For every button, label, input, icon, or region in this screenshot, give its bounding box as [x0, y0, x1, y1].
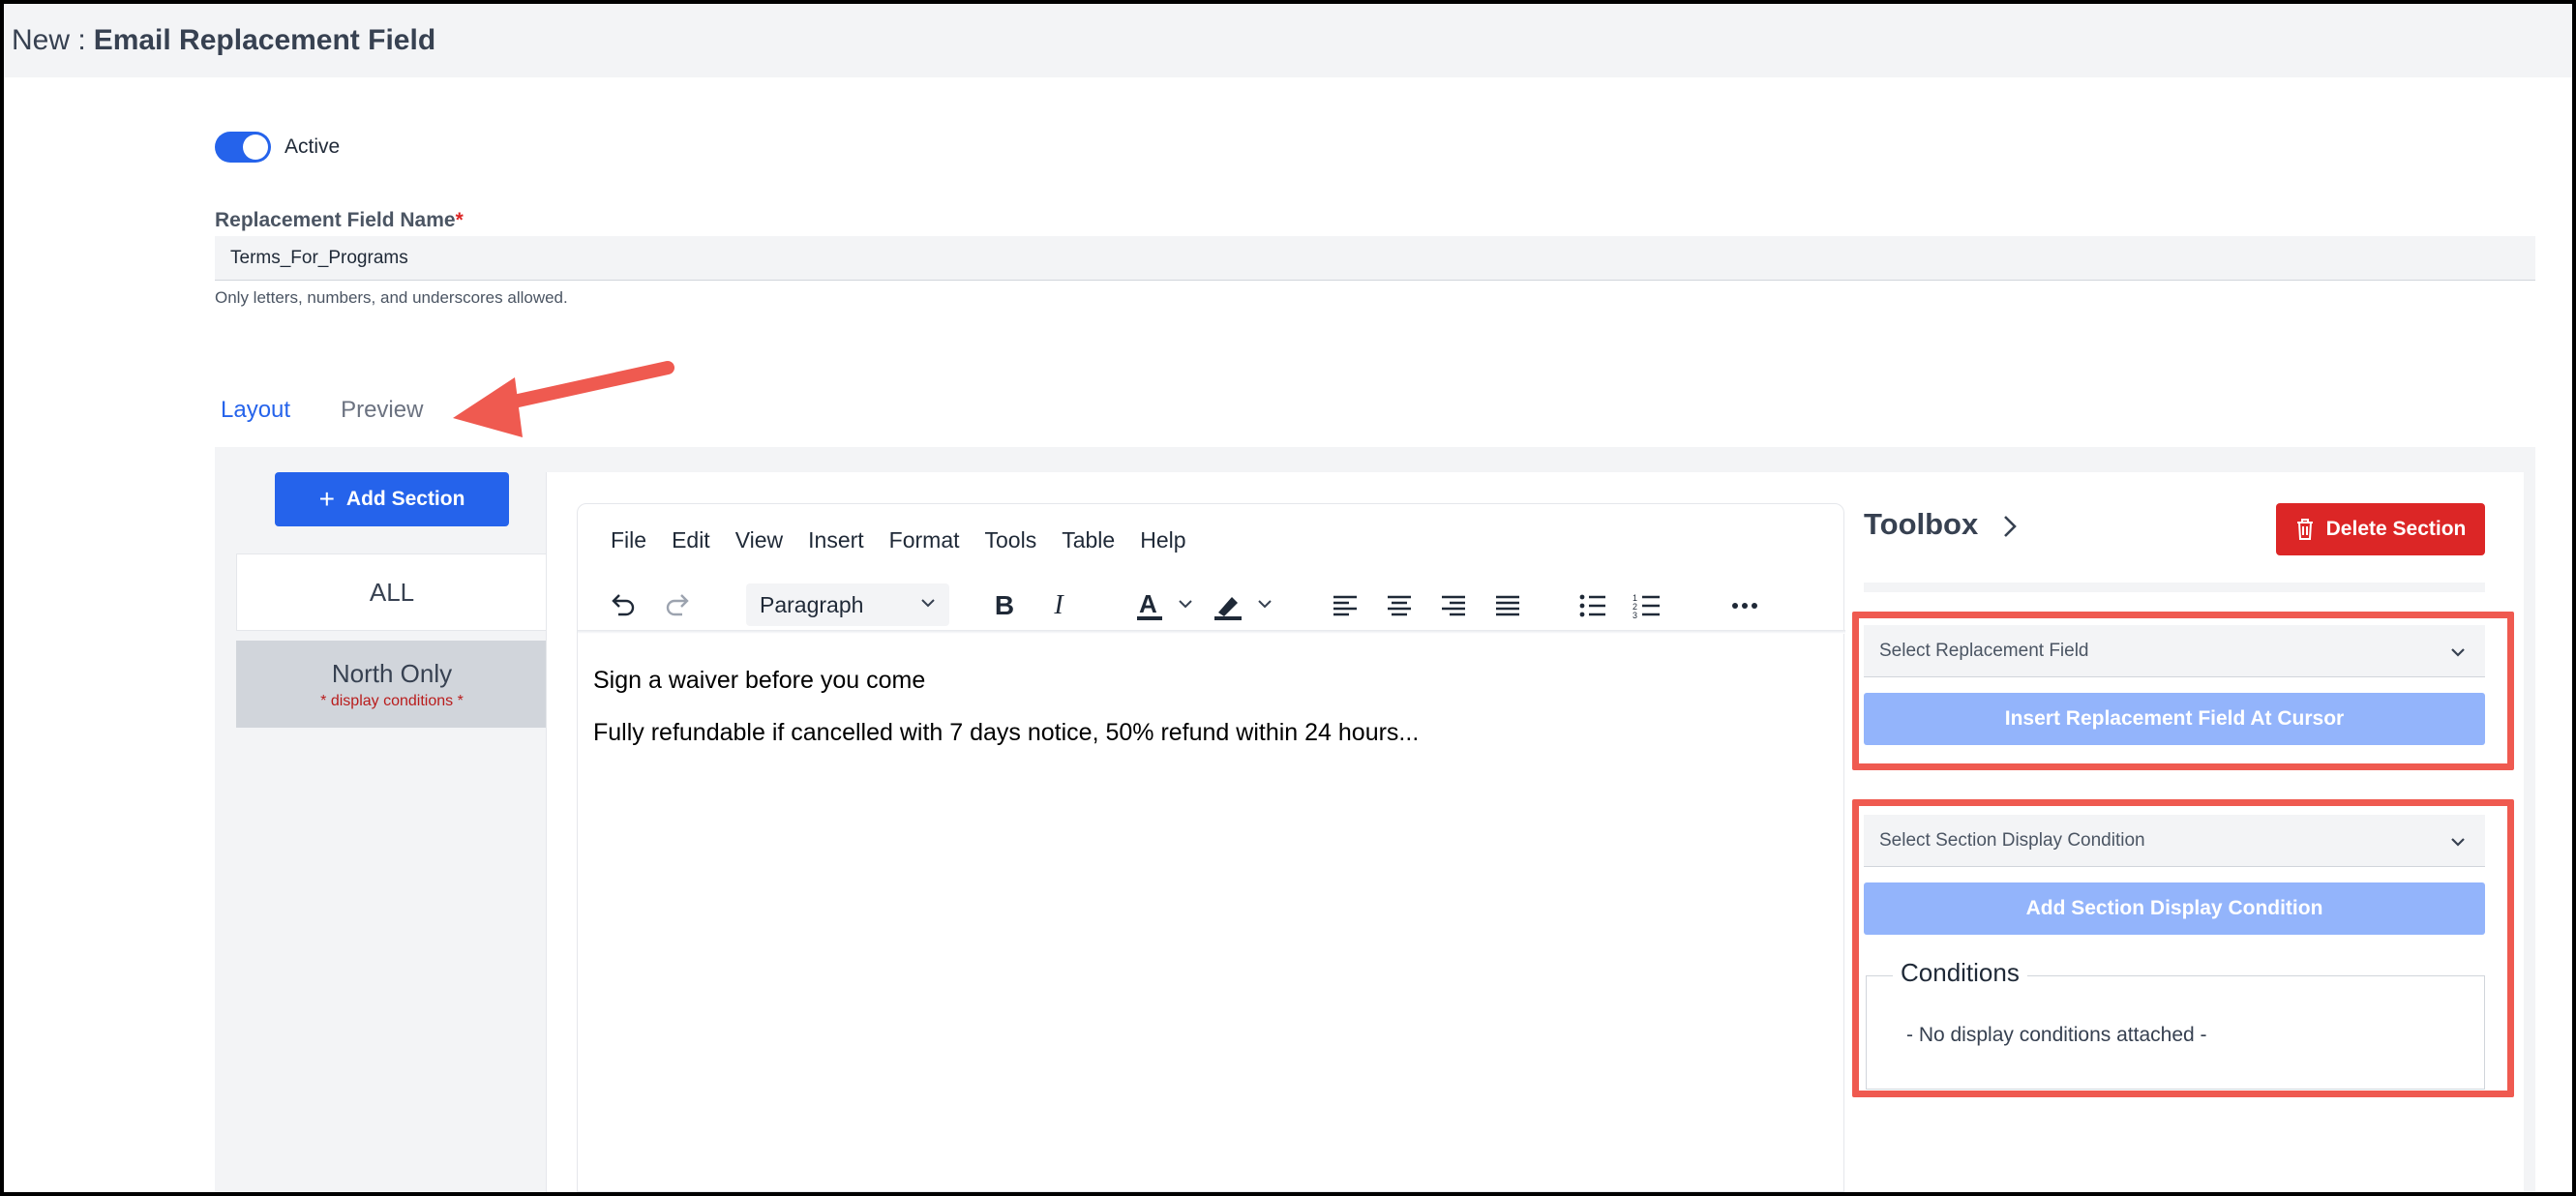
section-item-north-only[interactable]: North Only * display conditions *: [236, 641, 548, 728]
bold-icon[interactable]: B: [988, 585, 1021, 626]
italic-icon[interactable]: I: [1044, 585, 1073, 626]
delete-section-button[interactable]: Delete Section: [2276, 503, 2485, 555]
required-mark: *: [455, 209, 464, 231]
menu-tools[interactable]: Tools: [985, 527, 1037, 553]
display-conditions-note: * display conditions *: [320, 692, 464, 709]
app-window: New : Email Replacement Field Active Rep…: [4, 4, 2572, 1192]
menu-insert[interactable]: Insert: [808, 527, 864, 553]
align-justify-icon[interactable]: [1491, 585, 1524, 626]
undo-icon[interactable]: [607, 585, 640, 626]
paragraph: Sign a waiver before you come: [593, 667, 926, 694]
display-condition-placeholder: Select Section Display Condition: [1879, 829, 2145, 851]
align-left-icon[interactable]: [1329, 585, 1362, 626]
rich-text-editor: File Edit View Insert Format Tools Table…: [577, 503, 1845, 1192]
header-prefix: New :: [12, 24, 86, 56]
paragraph: Fully refundable if cancelled with 7 day…: [593, 719, 1420, 746]
numbered-list-icon[interactable]: 123: [1631, 585, 1663, 626]
menu-help[interactable]: Help: [1140, 527, 1185, 553]
toggle-knob: [243, 135, 268, 160]
toolbox-title: Toolbox: [1864, 507, 1979, 541]
chevron-down-icon: [2451, 648, 2465, 657]
chevron-down-icon: [2451, 838, 2465, 847]
active-toggle-row: Active: [215, 132, 340, 163]
display-condition-select[interactable]: Select Section Display Condition: [1864, 815, 2485, 867]
annotation-arrow: [453, 361, 674, 437]
delete-section-label: Delete Section: [2325, 518, 2467, 540]
page-header: New : Email Replacement Field: [4, 4, 2572, 77]
chevron-down-icon: [921, 599, 935, 608]
toolbar-divider: [578, 630, 1845, 634]
active-label: Active: [285, 135, 341, 158]
editor-menubar: File Edit View Insert Format Tools Table…: [611, 527, 1212, 553]
menu-format[interactable]: Format: [889, 527, 960, 553]
align-center-icon[interactable]: [1383, 585, 1416, 626]
editor-content[interactable]: Sign a waiver before you come Fully refu…: [593, 667, 1812, 771]
menu-view[interactable]: View: [735, 527, 783, 553]
add-section-button[interactable]: + Add Section: [275, 472, 509, 526]
tab-bar: Layout Preview: [215, 387, 467, 451]
replacement-field-name-label: Replacement Field Name*: [215, 209, 464, 232]
section-name: North Only: [331, 658, 453, 688]
conditions-empty-state: - No display conditions attached -: [1906, 1024, 2207, 1046]
svg-text:A: A: [1139, 589, 1157, 618]
section-item-all[interactable]: ALL: [236, 553, 548, 631]
align-right-icon[interactable]: [1437, 585, 1470, 626]
label-text: Replacement Field Name: [215, 209, 456, 231]
tab-preview[interactable]: Preview: [335, 387, 429, 451]
menu-table[interactable]: Table: [1062, 527, 1115, 553]
field-help-text: Only letters, numbers, and underscores a…: [215, 288, 568, 307]
highlight-color-icon[interactable]: [1213, 585, 1282, 626]
replacement-field-select[interactable]: Select Replacement Field: [1864, 625, 2485, 677]
block-format-value: Paragraph: [760, 591, 864, 617]
menu-edit[interactable]: Edit: [672, 527, 710, 553]
trash-icon: [2296, 519, 2313, 540]
text-color-icon[interactable]: A: [1135, 585, 1203, 626]
replacement-field-name-input[interactable]: Terms_For_Programs: [215, 236, 2535, 281]
plus-icon: +: [318, 484, 335, 514]
block-format-select[interactable]: Paragraph: [746, 583, 949, 626]
conditions-title: Conditions: [1893, 958, 2027, 988]
replacement-field-placeholder: Select Replacement Field: [1879, 640, 2089, 661]
menu-file[interactable]: File: [611, 527, 646, 553]
tab-layout[interactable]: Layout: [215, 387, 297, 451]
chevron-right-icon[interactable]: [1997, 513, 2021, 540]
more-options-icon[interactable]: [1725, 585, 1764, 626]
svg-text:3: 3: [1632, 611, 1637, 619]
toolbox-divider: [1864, 583, 2485, 592]
redo-icon[interactable]: [661, 585, 694, 626]
editor-toolbar: Paragraph B I A 1 2 3: [597, 582, 1826, 630]
add-section-label: Add Section: [345, 488, 465, 510]
insert-replacement-field-button[interactable]: Insert Replacement Field At Cursor: [1864, 693, 2485, 745]
add-display-condition-button[interactable]: Add Section Display Condition: [1864, 882, 2485, 935]
page-title: Email Replacement Field: [93, 24, 436, 56]
bullet-list-icon[interactable]: [1576, 585, 1609, 626]
active-toggle[interactable]: [215, 132, 271, 163]
